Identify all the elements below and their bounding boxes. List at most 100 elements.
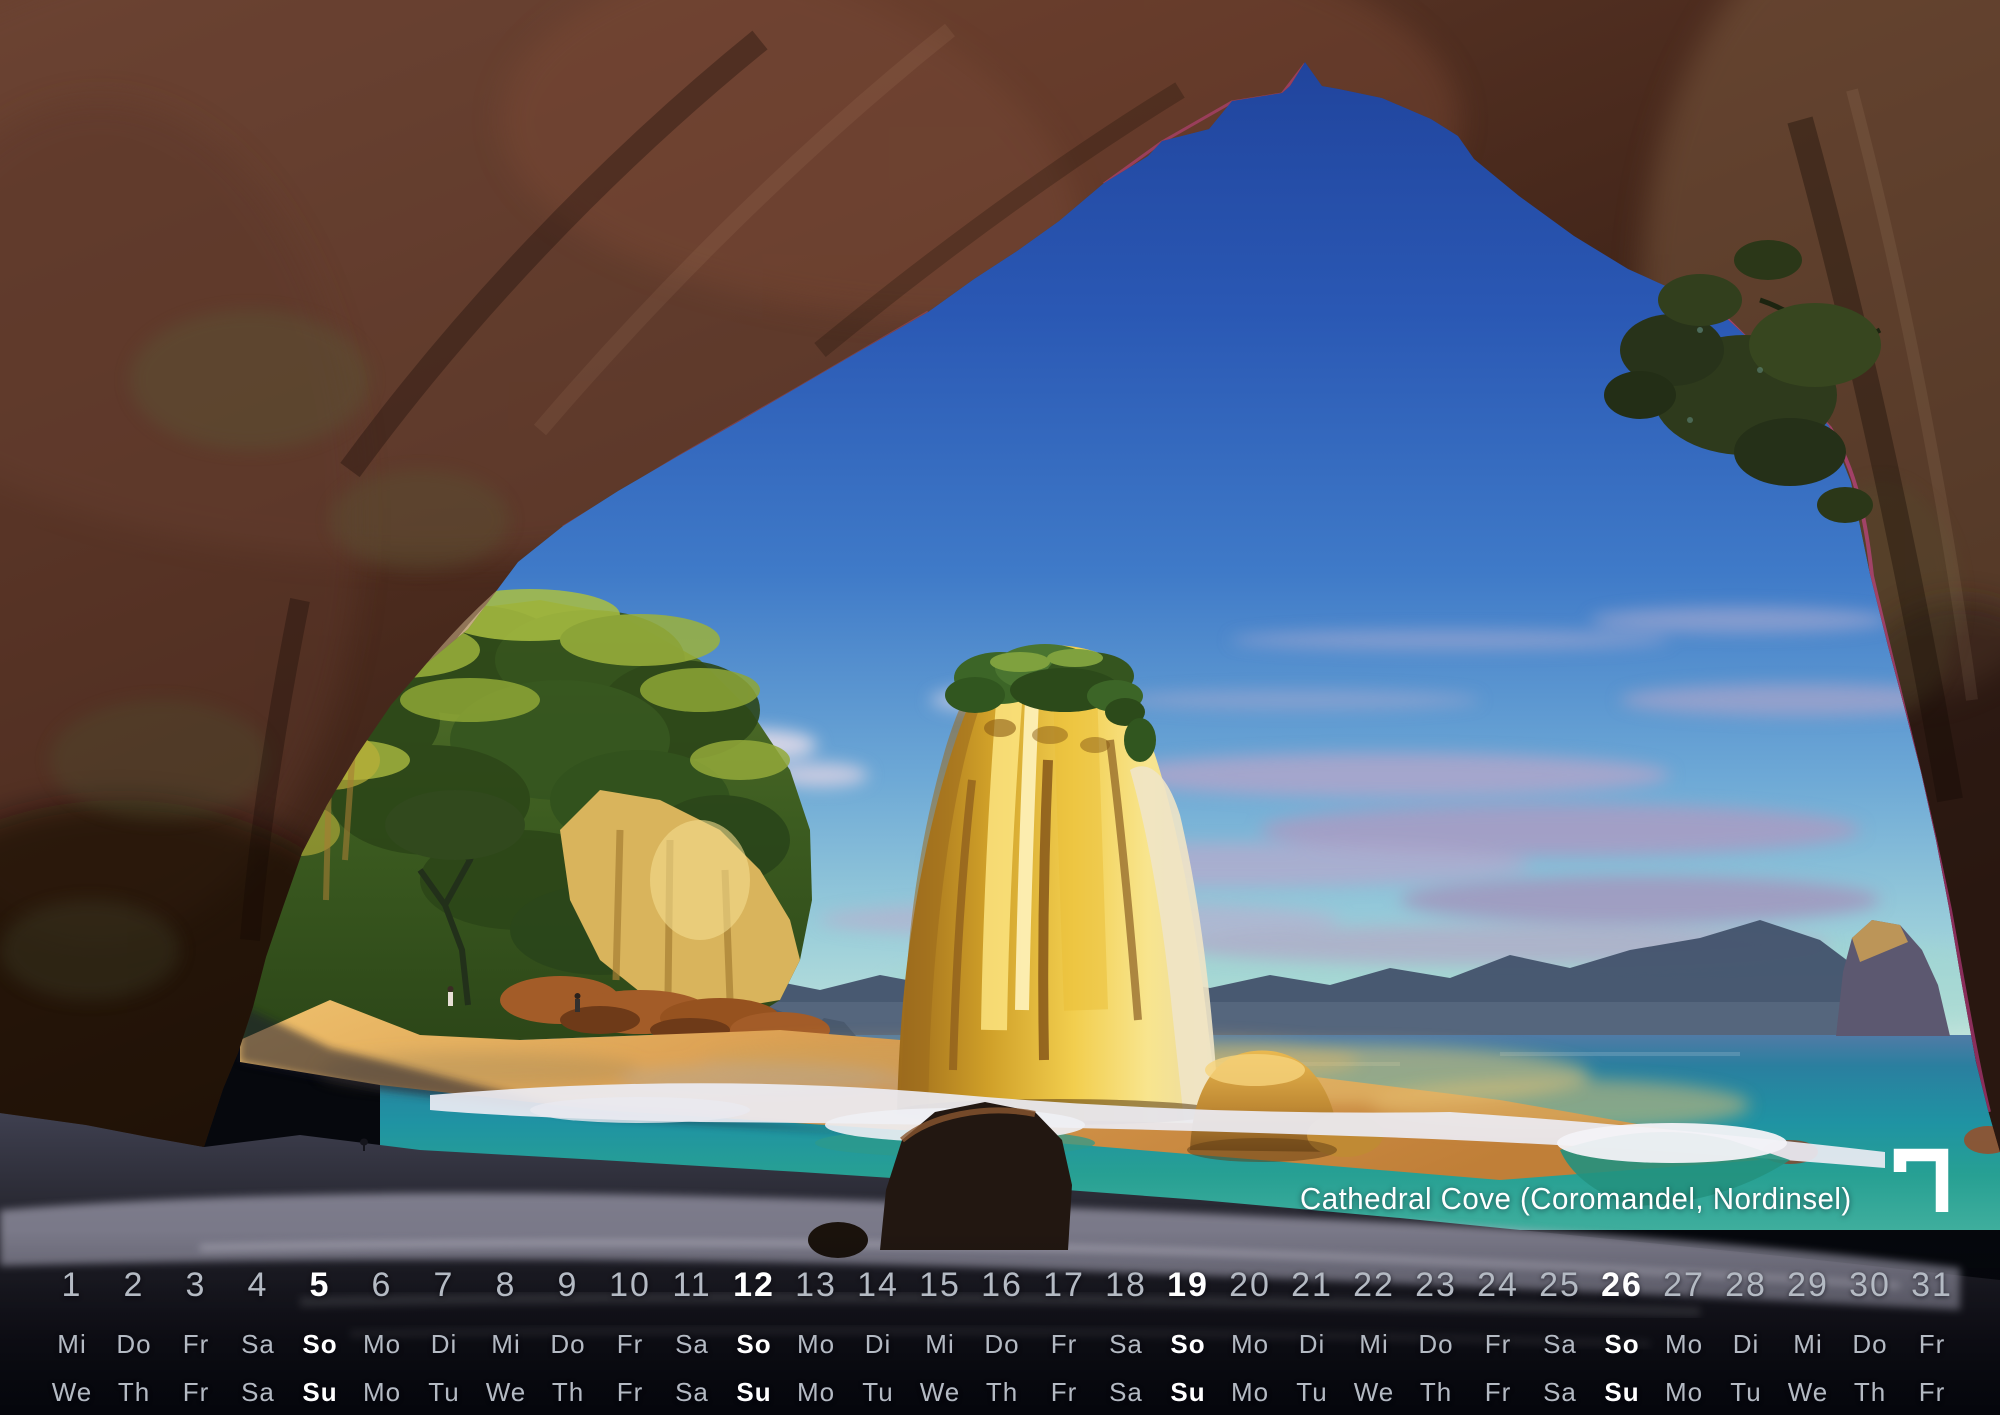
day-number: 11 — [661, 1262, 723, 1308]
weekday-german: Fr — [1901, 1329, 1963, 1359]
calendar-day: 14DiTu — [847, 1262, 909, 1407]
calendar-day: 6MoMo — [351, 1262, 413, 1407]
day-number: 29 — [1777, 1262, 1839, 1308]
weekday-german: Fr — [599, 1329, 661, 1359]
day-number: 22 — [1343, 1262, 1405, 1308]
weekday-english: Sa — [1529, 1377, 1591, 1407]
weekday-german: Sa — [661, 1329, 723, 1359]
weekday-english: Fr — [599, 1377, 661, 1407]
weekday-german: Mo — [785, 1329, 847, 1359]
day-number: 27 — [1653, 1262, 1715, 1308]
weekday-english: We — [1777, 1377, 1839, 1407]
weekday-german: So — [1591, 1329, 1653, 1359]
calendar-day: 7DiTu — [413, 1262, 475, 1407]
calendar-day: 11SaSa — [661, 1262, 723, 1407]
day-number: 18 — [1095, 1262, 1157, 1308]
calendar-day: 17 Fr Fr — [1033, 1262, 1095, 1407]
weekday-german: Mi — [475, 1329, 537, 1359]
day-number: 21 — [1281, 1262, 1343, 1308]
weekday-german: Di — [847, 1329, 909, 1359]
calendar-day: 22MiWe — [1343, 1262, 1405, 1407]
weekday-german: Do — [971, 1329, 1033, 1359]
day-number: 24 — [1467, 1262, 1529, 1308]
weekday-german: Sa — [1529, 1329, 1591, 1359]
calendar-day: 20MoMo — [1219, 1262, 1281, 1407]
day-number: 1 — [41, 1262, 103, 1308]
calendar-day: 13 Mo Mo — [785, 1262, 847, 1407]
calendar-day: 31FrFr — [1901, 1262, 1963, 1407]
day-number: 12 — [723, 1262, 785, 1308]
day-number: 31 — [1901, 1262, 1963, 1308]
day-number: 3 — [165, 1262, 227, 1308]
calendar-day: 30DoTh — [1839, 1262, 1901, 1407]
weekday-english: Tu — [1281, 1377, 1343, 1407]
weekday-german: Fr — [1467, 1329, 1529, 1359]
weekday-german: Mi — [909, 1329, 971, 1359]
calendar-day: 8 Mi We — [475, 1262, 537, 1407]
day-number: 10 — [599, 1262, 661, 1308]
weekday-english: Su — [1591, 1377, 1653, 1407]
calendar-day: 21 Di Tu — [1281, 1262, 1343, 1407]
weekday-english: Fr — [1033, 1377, 1095, 1407]
weekday-english: Fr — [1467, 1377, 1529, 1407]
weekday-english: Su — [1157, 1377, 1219, 1407]
weekday-german: Mo — [1653, 1329, 1715, 1359]
weekday-german: Do — [1405, 1329, 1467, 1359]
month-number-glyph — [1900, 1155, 1942, 1212]
day-number: 15 — [909, 1262, 971, 1308]
calendar-day-sunday: 12SoSu — [723, 1262, 785, 1407]
weekday-english: We — [475, 1377, 537, 1407]
day-number: 28 — [1715, 1262, 1777, 1308]
day-number: 7 — [413, 1262, 475, 1308]
calendar-day: 16DoTh — [971, 1262, 1033, 1407]
calendar-day-sunday: 26SoSu — [1591, 1262, 1653, 1407]
weekday-german: So — [723, 1329, 785, 1359]
weekday-english: Th — [971, 1377, 1033, 1407]
weekday-german: Do — [1839, 1329, 1901, 1359]
day-number: 8 — [475, 1262, 537, 1308]
calendar-day: 28DiTu — [1715, 1262, 1777, 1407]
weekday-german: So — [1157, 1329, 1219, 1359]
weekday-german: Do — [537, 1329, 599, 1359]
calendar-day: 3FrFr — [165, 1262, 227, 1407]
weekday-english: Tu — [413, 1377, 475, 1407]
weekday-english: Mo — [351, 1377, 413, 1407]
day-number: 9 — [537, 1262, 599, 1308]
weekday-german: Do — [103, 1329, 165, 1359]
weekday-english: Sa — [1095, 1377, 1157, 1407]
day-number: 13 — [785, 1262, 847, 1308]
calendar-day: 1MiWe — [41, 1262, 103, 1407]
calendar-day: 10 Fr Fr — [599, 1262, 661, 1407]
weekday-english: Tu — [1715, 1377, 1777, 1407]
calendar-day: 27MoMo — [1653, 1262, 1715, 1407]
day-number: 25 — [1529, 1262, 1591, 1308]
weekday-english: We — [41, 1377, 103, 1407]
day-number: 23 — [1405, 1262, 1467, 1308]
calendar-day: 9 Do Th — [537, 1262, 599, 1407]
weekday-english: Sa — [227, 1377, 289, 1407]
weekday-german: So — [289, 1329, 351, 1359]
weekday-english: Th — [103, 1377, 165, 1407]
weekday-german: Mi — [1343, 1329, 1405, 1359]
weekday-english: Th — [1405, 1377, 1467, 1407]
weekday-english: Mo — [785, 1377, 847, 1407]
day-number: 17 — [1033, 1262, 1095, 1308]
calendar-day: 23 Do Th — [1405, 1262, 1467, 1407]
weekday-german: Sa — [227, 1329, 289, 1359]
weekday-english: Th — [1839, 1377, 1901, 1407]
calendar-day: 2DoTh — [103, 1262, 165, 1407]
weekday-english: We — [909, 1377, 971, 1407]
day-number: 4 — [227, 1262, 289, 1308]
weekday-german: Di — [1281, 1329, 1343, 1359]
weekday-english: Th — [537, 1377, 599, 1407]
weekday-german: Fr — [165, 1329, 227, 1359]
calendar-day: 15 Mi We — [909, 1262, 971, 1407]
weekday-english: Su — [289, 1377, 351, 1407]
calendar-day: 29MiWe — [1777, 1262, 1839, 1407]
weekday-german: Fr — [1033, 1329, 1095, 1359]
day-number: 20 — [1219, 1262, 1281, 1308]
weekday-english: Tu — [847, 1377, 909, 1407]
calendar-day-sunday: 19SoSu — [1157, 1262, 1219, 1407]
photo-caption: Cathedral Cove (Coromandel, Nordinsel) — [1300, 1184, 1852, 1214]
calendar-day: 25 Sa Sa — [1529, 1262, 1591, 1407]
